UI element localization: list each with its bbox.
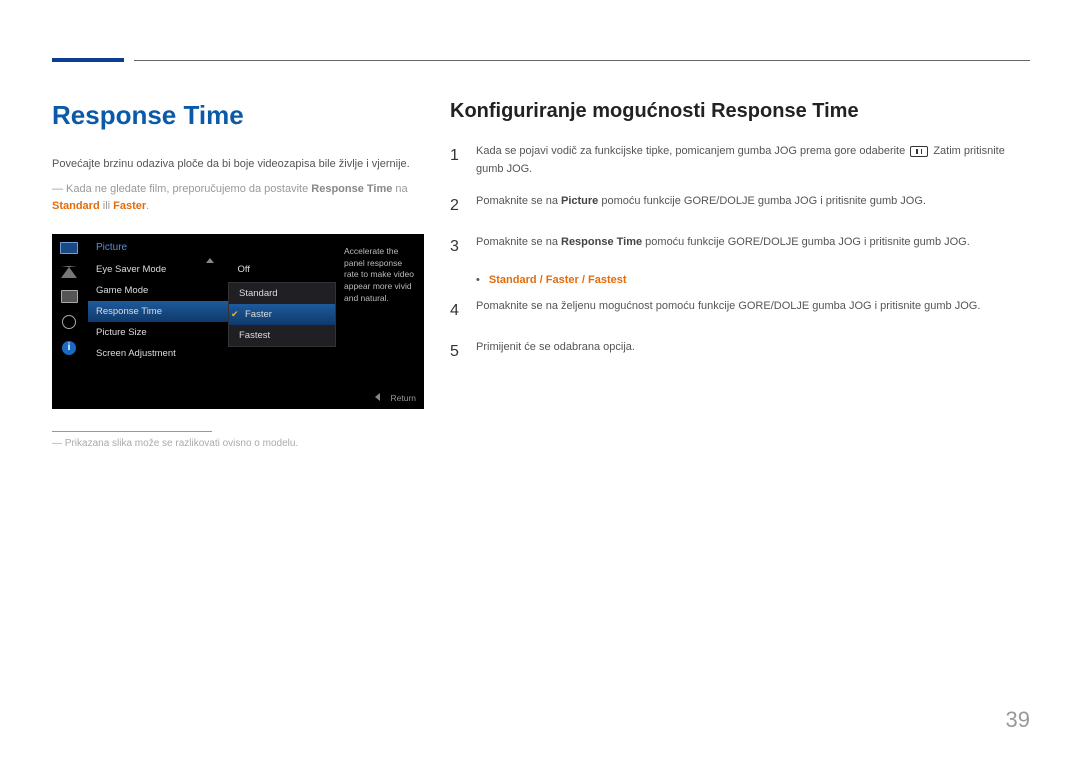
osd-item-label: Screen Adjustment bbox=[96, 348, 176, 359]
option-standard: Standard bbox=[489, 274, 537, 286]
osd-sub-fastest: Fastest bbox=[229, 325, 335, 346]
gear-icon bbox=[62, 315, 76, 329]
footnote-text: Prikazana slika može se razlikovati ovis… bbox=[52, 438, 427, 449]
option-sep: / bbox=[537, 274, 546, 286]
step-number: 4 bbox=[450, 298, 476, 324]
step-body: Pomaknite se na željenu mogućnost pomoću… bbox=[476, 298, 1030, 324]
osd-submenu: Standard Faster Fastest bbox=[228, 282, 336, 347]
monitor-icon bbox=[60, 242, 78, 254]
triangle-icon bbox=[61, 266, 77, 278]
step-1: 1 Kada se pojavi vodič za funkcijske tip… bbox=[450, 143, 1030, 178]
note-bold: Response Time bbox=[311, 183, 392, 195]
osd-sub-standard: Standard bbox=[229, 283, 335, 304]
step-bold: Picture bbox=[561, 195, 598, 207]
osd-sub-label: Fastest bbox=[239, 330, 270, 341]
header-accent-bar bbox=[52, 58, 124, 62]
page-title: Response Time bbox=[52, 100, 427, 131]
osd-item-value: Off bbox=[238, 264, 251, 275]
step-text-a: Kada se pojavi vodič za funkcijske tipke… bbox=[476, 145, 908, 157]
osd-sidebar-icons: i bbox=[58, 242, 80, 355]
osd-return-label: Return bbox=[390, 393, 416, 403]
step-number: 2 bbox=[450, 193, 476, 219]
footnote-rule bbox=[52, 431, 212, 432]
osd-sub-label: Standard bbox=[239, 288, 278, 299]
option-sep2: / bbox=[579, 274, 588, 286]
step-3: 3 Pomaknite se na Response Time pomoću f… bbox=[450, 234, 1030, 260]
header-rule bbox=[134, 60, 1030, 61]
note-mid: na bbox=[392, 183, 407, 195]
right-column: Konfiguriranje mogućnosti Response Time … bbox=[450, 100, 1030, 380]
options-row: • Standard / Faster / Fastest bbox=[450, 274, 1030, 286]
step-2: 2 Pomaknite se na Picture pomoću funkcij… bbox=[450, 193, 1030, 219]
note-or: ili bbox=[100, 200, 113, 212]
jog-menu-icon bbox=[910, 146, 928, 157]
step-body: Kada se pojavi vodič za funkcijske tipke… bbox=[476, 143, 1030, 178]
option-faster: Faster bbox=[546, 274, 579, 286]
section-heading: Konfiguriranje mogućnosti Response Time bbox=[450, 100, 1030, 123]
osd-title: Picture bbox=[88, 240, 258, 259]
osd-help-text: Accelerate the panel response rate to ma… bbox=[344, 246, 418, 305]
step-body: Pomaknite se na Picture pomoću funkcije … bbox=[476, 193, 1030, 219]
intro-text: Povećajte brzinu odaziva ploče da bi boj… bbox=[52, 156, 427, 173]
step-text-b: pomoću funkcije GORE/DOLJE gumba JOG i p… bbox=[642, 236, 970, 248]
note-faster: Faster bbox=[113, 200, 146, 212]
step-body: Pomaknite se na Response Time pomoću fun… bbox=[476, 234, 1030, 260]
left-column: Response Time Povećajte brzinu odaziva p… bbox=[52, 100, 427, 449]
step-bold: Response Time bbox=[561, 236, 642, 248]
arrow-up-icon bbox=[206, 258, 214, 263]
osd-item-label: Picture Size bbox=[96, 327, 147, 338]
osd-item-label: Response Time bbox=[96, 306, 162, 317]
note-pre: ― Kada ne gledate film, preporučujemo da… bbox=[52, 183, 311, 195]
step-text-a: Pomaknite se na bbox=[476, 236, 561, 248]
bullet-dot: • bbox=[476, 274, 480, 286]
step-number: 1 bbox=[450, 143, 476, 178]
step-number: 3 bbox=[450, 234, 476, 260]
osd-mock: i Picture Eye Saver Mode Off Game Mode R… bbox=[52, 234, 424, 409]
osd-item-eyesaver: Eye Saver Mode Off bbox=[88, 259, 258, 280]
step-text-b: pomoću funkcije GORE/DOLJE gumba JOG i p… bbox=[598, 195, 926, 207]
step-number: 5 bbox=[450, 339, 476, 365]
step-4: 4 Pomaknite se na željenu mogućnost pomo… bbox=[450, 298, 1030, 324]
box-icon bbox=[61, 290, 78, 303]
step-body: Primijenit će se odabrana opcija. bbox=[476, 339, 1030, 365]
note-end: . bbox=[146, 200, 149, 212]
step-text-a: Pomaknite se na bbox=[476, 195, 561, 207]
osd-sub-faster: Faster bbox=[229, 304, 335, 325]
osd-item-label: Eye Saver Mode bbox=[96, 264, 166, 275]
note-text: ― Kada ne gledate film, preporučujemo da… bbox=[52, 181, 427, 216]
osd-sub-label: Faster bbox=[245, 309, 272, 320]
option-fastest: Fastest bbox=[588, 274, 627, 286]
step-5: 5 Primijenit će se odabrana opcija. bbox=[450, 339, 1030, 365]
info-icon: i bbox=[62, 341, 76, 355]
arrow-left-icon bbox=[375, 393, 380, 401]
page-number: 39 bbox=[1006, 707, 1030, 733]
note-standard: Standard bbox=[52, 200, 100, 212]
osd-item-label: Game Mode bbox=[96, 285, 148, 296]
